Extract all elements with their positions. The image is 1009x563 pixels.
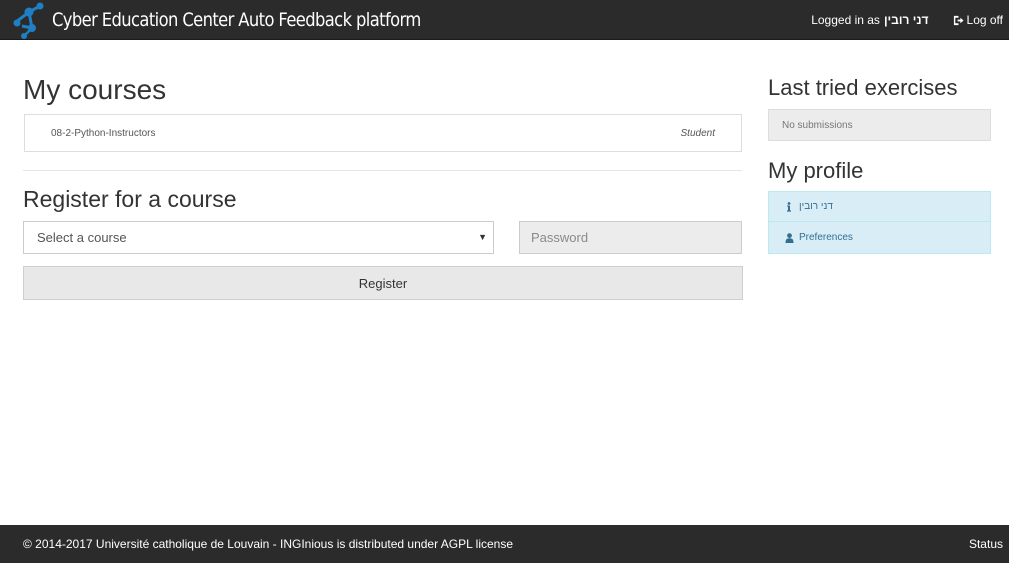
course-list: 08-2-Python-Instructors Student bbox=[24, 114, 742, 152]
course-select[interactable]: Select a course ▼ bbox=[23, 221, 494, 254]
preferences-label: Preferences bbox=[799, 232, 853, 243]
info-icon bbox=[784, 201, 794, 212]
inginious-logo-icon bbox=[13, 2, 44, 39]
logoff-label: Log off bbox=[966, 13, 1003, 27]
user-icon bbox=[784, 232, 794, 243]
password-placeholder: Password bbox=[531, 230, 589, 245]
register-button-label: Register bbox=[358, 275, 408, 291]
profile-item-name[interactable]: דני רובין bbox=[768, 191, 991, 222]
logoff-link[interactable]: Log off bbox=[953, 13, 1003, 27]
register-button[interactable]: Register bbox=[23, 266, 743, 300]
course-select-value: Select a course bbox=[37, 230, 127, 245]
course-item[interactable]: 08-2-Python-Instructors Student bbox=[25, 115, 741, 151]
no-submissions-label: No submissions bbox=[782, 119, 853, 131]
footer: © 2014-2017 Université catholique de Lou… bbox=[0, 525, 1009, 563]
brand[interactable]: Cyber Education Center Auto Feedback pla… bbox=[12, 0, 481, 40]
username[interactable]: דני רובין bbox=[884, 13, 929, 27]
status-link[interactable]: Status bbox=[969, 525, 1003, 563]
profile-name-label: דני רובין bbox=[799, 201, 833, 212]
logged-in-label: Logged in as bbox=[811, 13, 880, 27]
page: Cyber Education Center Auto Feedback pla… bbox=[0, 0, 1009, 563]
caret-down-icon: ▼ bbox=[478, 232, 487, 242]
profile-item-preferences[interactable]: Preferences bbox=[768, 222, 991, 254]
section-divider bbox=[23, 170, 742, 171]
password-field[interactable]: Password bbox=[519, 221, 742, 254]
footer-copyright: © 2014-2017 Université catholique de Lou… bbox=[23, 537, 514, 551]
course-name: 08-2-Python-Instructors bbox=[51, 127, 156, 139]
register-title: Register for a course bbox=[23, 186, 237, 212]
sign-out-icon bbox=[953, 15, 964, 25]
my-courses-title: My courses bbox=[23, 74, 167, 105]
app-title: Cyber Education Center Auto Feedback pla… bbox=[52, 9, 421, 31]
last-tried-title: Last tried exercises bbox=[768, 75, 958, 100]
no-submissions-item: No submissions bbox=[768, 109, 991, 141]
logged-in-status: Logged in as דני רובין bbox=[811, 13, 928, 27]
profile-list: דני רובין Preferences bbox=[768, 191, 991, 254]
nav-right: Logged in as דני רובין Log off bbox=[811, 0, 1003, 40]
top-navbar: Cyber Education Center Auto Feedback pla… bbox=[0, 0, 1009, 40]
course-role: Student bbox=[680, 127, 715, 139]
my-profile-title: My profile bbox=[768, 158, 864, 183]
